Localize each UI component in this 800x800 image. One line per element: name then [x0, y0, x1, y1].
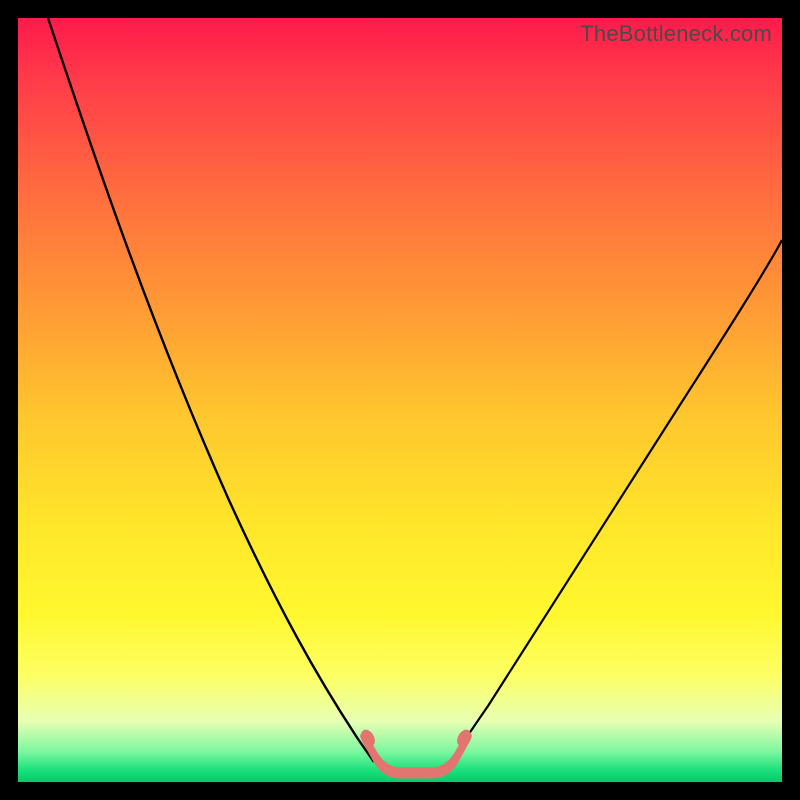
chart-frame: TheBottleneck.com — [0, 0, 800, 800]
curve-right — [450, 240, 782, 762]
plot-area: TheBottleneck.com — [18, 18, 782, 782]
curve-left — [48, 18, 374, 762]
watermark-text: TheBottleneck.com — [580, 21, 772, 47]
chart-svg — [18, 18, 782, 782]
valley-marker — [361, 734, 472, 778]
